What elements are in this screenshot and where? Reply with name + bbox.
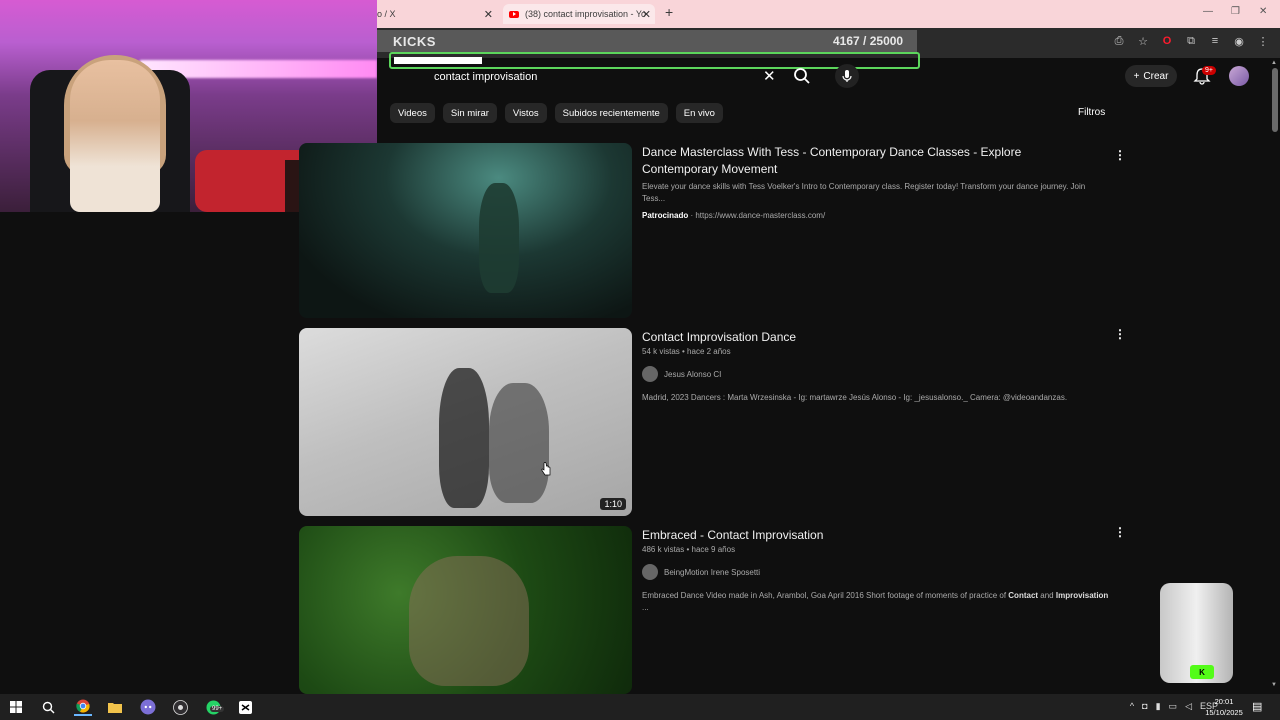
- kicks-count: 4167 / 25000: [833, 34, 904, 48]
- windows-taskbar: 99+ ^ ◘ ▮ ▭ ◁ ESP: [0, 694, 1280, 720]
- video-description: Madrid, 2023 Dancers : Marta Wrzesinska …: [642, 393, 1068, 402]
- video-duration: 1:10: [600, 498, 626, 510]
- kick-logo-icon: K: [1190, 665, 1214, 679]
- microphone-icon[interactable]: [835, 64, 859, 88]
- tray-app-icon[interactable]: ◘: [1142, 701, 1147, 712]
- notifications-badge: 9+: [1202, 66, 1216, 75]
- search-taskbar-icon[interactable]: [39, 698, 57, 716]
- create-button[interactable]: + Crear: [1125, 65, 1177, 87]
- account-avatar[interactable]: [1229, 66, 1249, 86]
- extensions-puzzle-icon[interactable]: ⧉: [1184, 35, 1198, 48]
- network-icon[interactable]: ▭: [1169, 701, 1178, 712]
- youtube-favicon-icon: [509, 10, 519, 18]
- maximize-button[interactable]: ❐: [1231, 6, 1240, 17]
- taskbar-clock[interactable]: 20:01 15/10/2025: [1202, 696, 1246, 718]
- discord-icon[interactable]: [139, 698, 157, 716]
- dancer-figure: [439, 368, 489, 508]
- chevron-up-icon[interactable]: ^: [1130, 701, 1134, 712]
- dancer-figure: [489, 383, 549, 503]
- create-label: Crear: [1143, 70, 1169, 82]
- page-scrollbar[interactable]: [1270, 58, 1280, 694]
- hand-cursor-icon: [541, 462, 551, 476]
- sponsored-url[interactable]: · https://www.dance-masterclass.com/: [690, 211, 825, 220]
- kicks-overlay: KICKS 4167 / 25000: [377, 30, 917, 52]
- notification-center-icon[interactable]: ▤: [1252, 700, 1262, 713]
- windows-start-icon[interactable]: [7, 698, 25, 716]
- video-meta: 486 k vistas • hace 9 años: [642, 545, 736, 554]
- video-title[interactable]: Contact Improvisation Dance: [642, 329, 1062, 346]
- channel-name[interactable]: Jesus Alonso CI: [664, 370, 721, 379]
- search-input[interactable]: contact improvisation: [422, 64, 788, 90]
- video-thumbnail[interactable]: [299, 143, 632, 318]
- channel-avatar[interactable]: [642, 564, 658, 580]
- channel-row[interactable]: Jesus Alonso CI: [642, 366, 721, 382]
- screen: o / X ✕ (38) contact improvisation - Yo …: [0, 0, 1280, 720]
- video-description: Embraced Dance Video made in Ash, Arambo…: [642, 591, 1109, 612]
- close-tab-icon[interactable]: ✕: [484, 8, 493, 21]
- video-title[interactable]: Dance Masterclass With Tess - Contempora…: [642, 144, 1062, 178]
- browser-tab-bar: o / X ✕ (38) contact improvisation - Yo …: [377, 0, 1280, 28]
- tab-label: o / X: [377, 9, 396, 19]
- tab-x[interactable]: o / X ✕: [377, 4, 497, 24]
- browser-toolbar-icons: ⎙ ☆ O ⧉ ≡ ◉ ⋮: [1112, 35, 1270, 48]
- install-app-icon[interactable]: ⎙: [1112, 35, 1126, 48]
- scroll-down-arrow-icon[interactable]: ▼: [1271, 682, 1277, 688]
- dancer-figure: [479, 183, 519, 293]
- microphone-tray-icon[interactable]: ▮: [1156, 701, 1161, 712]
- capcut-icon[interactable]: [236, 698, 254, 716]
- clear-search-icon[interactable]: ✕: [763, 67, 776, 85]
- whatsapp-badge: 99+: [210, 706, 225, 712]
- obs-icon[interactable]: [171, 698, 189, 716]
- filters-button[interactable]: Filtros: [1078, 107, 1105, 118]
- channel-avatar[interactable]: [642, 366, 658, 382]
- menu-kebab-icon[interactable]: ⋮: [1256, 35, 1270, 48]
- new-tab-button[interactable]: +: [665, 4, 673, 20]
- chip-subidos-recientemente[interactable]: Subidos recientemente: [554, 103, 668, 123]
- sponsored-label: Patrocinado: [642, 211, 689, 220]
- file-explorer-icon[interactable]: [106, 698, 124, 716]
- channel-row[interactable]: BeingMotion Irene Sposetti: [642, 564, 760, 580]
- chip-videos[interactable]: Videos: [390, 103, 435, 123]
- bookmark-star-icon[interactable]: ☆: [1136, 35, 1150, 48]
- filter-chips: Videos Sin mirar Vistos Subidos reciente…: [390, 103, 723, 123]
- scrollbar-thumb[interactable]: [1272, 68, 1278, 132]
- more-actions-icon[interactable]: ⋮: [1114, 327, 1126, 341]
- more-actions-icon[interactable]: ⋮: [1114, 525, 1126, 539]
- close-tab-icon[interactable]: ✕: [642, 8, 651, 21]
- close-window-button[interactable]: ✕: [1259, 6, 1267, 17]
- profile-icon[interactable]: ◉: [1232, 35, 1246, 48]
- more-actions-icon[interactable]: ⋮: [1114, 148, 1126, 162]
- video-meta: 54 k vistas • hace 2 años: [642, 347, 731, 356]
- kicks-label: KICKS: [393, 34, 436, 49]
- sponsored-line: Patrocinado · https://www.dance-mastercl…: [642, 211, 825, 220]
- video-thumbnail[interactable]: [299, 526, 632, 694]
- chip-en-vivo[interactable]: En vivo: [675, 103, 723, 123]
- kicks-progress-fill: [394, 57, 482, 64]
- video-description: Elevate your dance skills with Tess Voel…: [642, 182, 1086, 203]
- dancer-figure: [409, 556, 529, 686]
- minimize-button[interactable]: —: [1203, 6, 1213, 17]
- scroll-up-arrow-icon[interactable]: ▲: [1271, 60, 1277, 66]
- channel-name[interactable]: BeingMotion Irene Sposetti: [664, 568, 760, 577]
- video-title[interactable]: Embraced - Contact Improvisation: [642, 527, 1062, 544]
- plus-icon: +: [1133, 70, 1140, 82]
- chip-vistos[interactable]: Vistos: [504, 103, 547, 123]
- chrome-icon[interactable]: [74, 698, 92, 716]
- streamer: [70, 60, 160, 212]
- tab-label: (38) contact improvisation - Yo: [525, 9, 647, 19]
- volume-icon[interactable]: ◁: [1185, 701, 1192, 712]
- opera-extension-icon[interactable]: O: [1160, 35, 1174, 48]
- tab-youtube[interactable]: (38) contact improvisation - Yo ✕: [503, 4, 655, 24]
- media-control-icon[interactable]: ≡: [1208, 35, 1222, 48]
- video-thumbnail[interactable]: 1:10: [299, 328, 632, 516]
- search-icon[interactable]: [792, 66, 812, 86]
- chip-sin-mirar[interactable]: Sin mirar: [442, 103, 497, 123]
